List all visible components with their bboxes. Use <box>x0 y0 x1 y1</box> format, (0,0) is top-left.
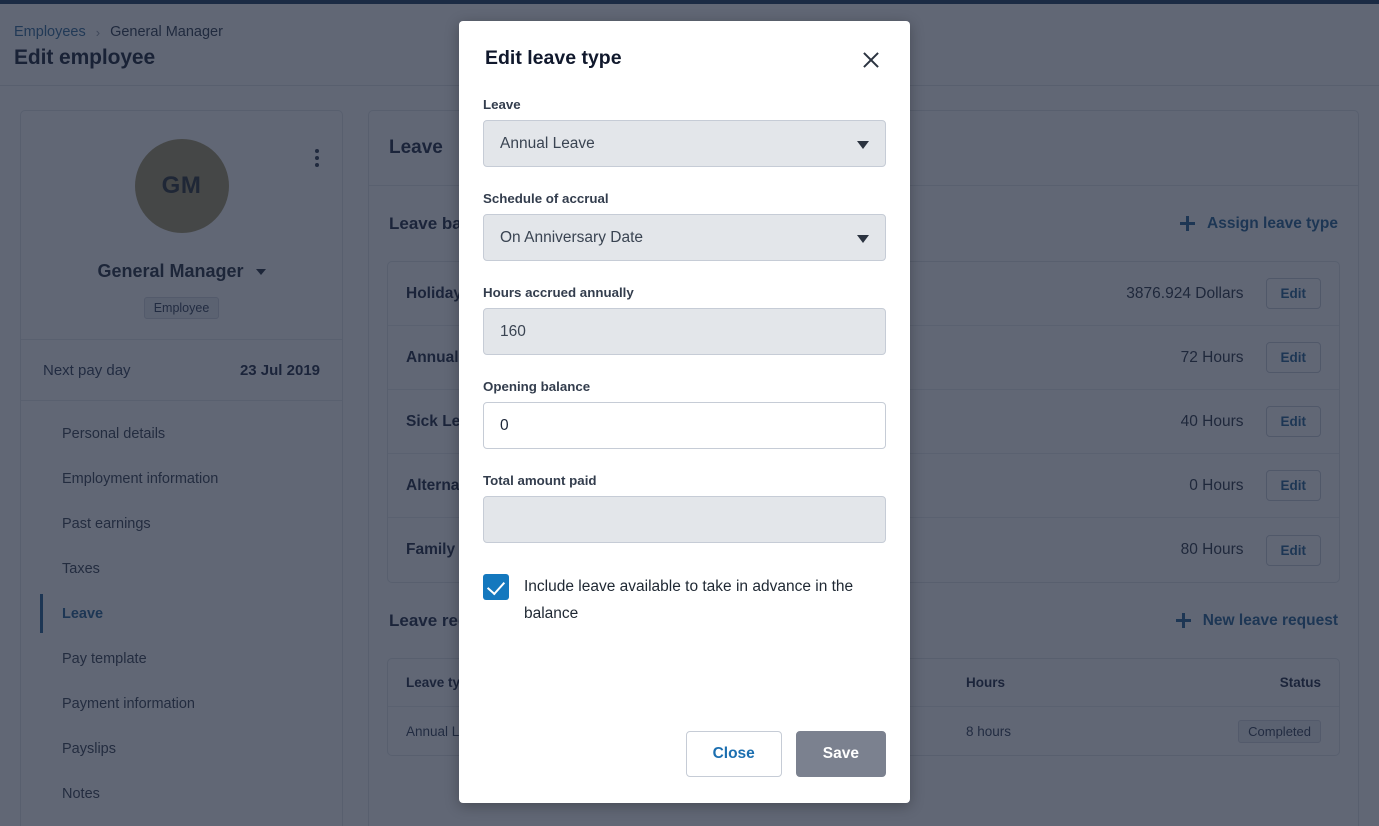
dialog-footer: Close Save <box>459 711 910 803</box>
save-button[interactable]: Save <box>795 731 886 777</box>
total-amount-paid-label: Total amount paid <box>483 473 597 488</box>
dialog-body: Leave Annual Leave Schedule of accrual O… <box>459 73 910 711</box>
schedule-of-accrual-label: Schedule of accrual <box>483 191 609 206</box>
field-opening-balance: Opening balance 0 <box>483 379 886 449</box>
include-advance-leave-checkbox-row[interactable]: Include leave available to take in advan… <box>483 573 886 627</box>
chevron-down-icon <box>857 234 869 243</box>
opening-balance-label: Opening balance <box>483 379 591 394</box>
leave-label: Leave <box>483 97 521 112</box>
leave-select-value: Annual Leave <box>500 134 595 152</box>
hours-accrued-annually-label: Hours accrued annually <box>483 285 634 300</box>
close-button[interactable]: Close <box>685 731 782 777</box>
hours-accrued-annually-input[interactable]: 160 <box>483 308 886 355</box>
field-leave: Leave Annual Leave <box>483 97 886 167</box>
field-total-amount-paid: Total amount paid <box>483 473 886 543</box>
dialog-title: Edit leave type <box>485 47 622 69</box>
schedule-of-accrual-select[interactable]: On Anniversary Date <box>483 214 886 261</box>
schedule-of-accrual-value: On Anniversary Date <box>500 228 644 246</box>
field-hours-accrued-annually: Hours accrued annually 160 <box>483 285 886 355</box>
chevron-down-icon <box>857 140 869 149</box>
field-schedule-of-accrual: Schedule of accrual On Anniversary Date <box>483 191 886 261</box>
edit-leave-type-dialog: Edit leave type Leave Annual Leave Sched… <box>459 21 910 803</box>
dialog-header: Edit leave type <box>459 21 910 73</box>
include-advance-leave-label: Include leave available to take in advan… <box>524 578 854 622</box>
checkbox-checked-icon[interactable] <box>483 574 509 600</box>
opening-balance-input[interactable]: 0 <box>483 402 886 449</box>
close-icon[interactable] <box>858 47 884 73</box>
leave-select[interactable]: Annual Leave <box>483 120 886 167</box>
total-amount-paid-input[interactable] <box>483 496 886 543</box>
